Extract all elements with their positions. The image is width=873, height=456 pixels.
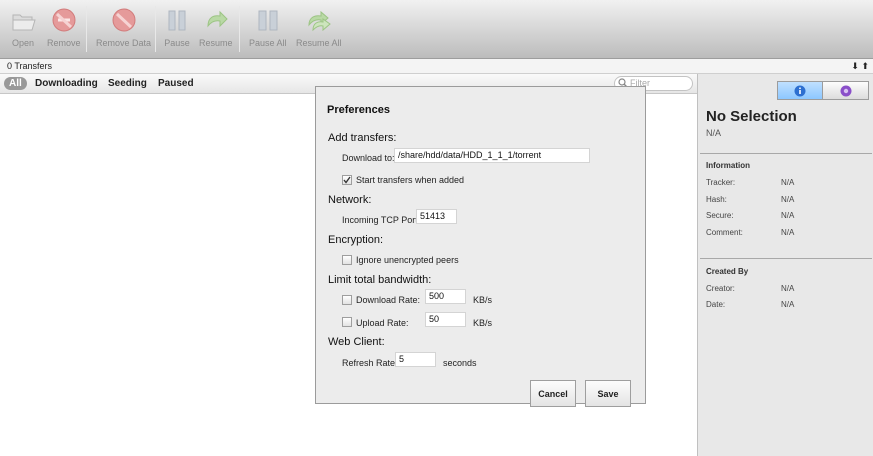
status-bar: 0 Transfers ⬇ ⬆ bbox=[0, 59, 873, 74]
pause-label: Pause bbox=[164, 38, 190, 48]
inspector-title: No Selection bbox=[706, 108, 797, 125]
creator-value: N/A bbox=[781, 284, 795, 293]
upload-rate-label: Upload Rate: bbox=[356, 318, 409, 328]
resume-icon bbox=[207, 10, 228, 28]
filter-all[interactable]: All bbox=[4, 77, 27, 90]
inspector-subtitle: N/A bbox=[706, 128, 722, 138]
remove-data-label: Remove Data bbox=[96, 38, 152, 48]
comment-value: N/A bbox=[781, 228, 795, 237]
tracker-label: Tracker: bbox=[706, 178, 736, 187]
port-label: Incoming TCP Port: bbox=[342, 215, 421, 225]
date-value: N/A bbox=[781, 300, 795, 309]
divider bbox=[700, 258, 872, 259]
refresh-rate-unit: seconds bbox=[443, 358, 477, 368]
hash-label: Hash: bbox=[706, 195, 727, 204]
preferences-dialog: Preferences Add transfers: Download to: … bbox=[315, 86, 646, 407]
pause-all-label: Pause All bbox=[249, 38, 287, 48]
open-label: Open bbox=[11, 38, 35, 48]
folder-open-icon bbox=[12, 14, 36, 31]
transfer-count: 0 Transfers bbox=[7, 61, 53, 71]
remove-data-icon bbox=[112, 8, 136, 32]
resume-label: Resume bbox=[199, 38, 233, 48]
comment-label: Comment: bbox=[706, 228, 743, 237]
network-heading: Network: bbox=[328, 194, 372, 206]
upload-rate-field[interactable]: 50 bbox=[425, 312, 466, 327]
refresh-rate-field[interactable]: 5 bbox=[395, 352, 436, 367]
pause-button[interactable]: Pause bbox=[164, 8, 190, 48]
pause-all-icon bbox=[258, 10, 278, 31]
ignore-unencrypted-checkbox[interactable] bbox=[342, 255, 352, 265]
toolbar: Open Remove Remove Data Pause Resume Pau… bbox=[0, 0, 873, 59]
add-transfers-heading: Add transfers: bbox=[328, 132, 397, 144]
toolbar-separator bbox=[86, 6, 87, 52]
remove-label: Remove bbox=[47, 38, 81, 48]
info-icon bbox=[794, 85, 806, 96]
toolbar-separator bbox=[155, 6, 156, 52]
filter-downloading[interactable]: Downloading bbox=[35, 77, 98, 90]
download-rate-checkbox[interactable] bbox=[342, 295, 352, 305]
upload-rate-unit: KB/s bbox=[473, 318, 493, 328]
save-button[interactable]: Save bbox=[585, 380, 631, 407]
download-to-label: Download to: bbox=[342, 153, 395, 163]
refresh-rate-label: Refresh Rate: bbox=[342, 358, 398, 368]
download-to-field[interactable]: /share/hdd/data/HDD_1_1_1/torrent bbox=[394, 148, 590, 163]
start-when-added-label: Start transfers when added bbox=[356, 175, 465, 185]
resume-all-label: Resume All bbox=[296, 38, 342, 48]
resume-button[interactable]: Resume bbox=[199, 8, 233, 48]
remove-data-button[interactable]: Remove Data bbox=[96, 8, 151, 48]
resume-all-button[interactable]: Resume All bbox=[296, 8, 342, 48]
ignore-unencrypted-label: Ignore unencrypted peers bbox=[356, 255, 459, 265]
cancel-button[interactable]: Cancel bbox=[530, 380, 576, 407]
open-button[interactable]: Open bbox=[10, 8, 36, 48]
filter-paused[interactable]: Paused bbox=[158, 77, 194, 90]
filter-seeding[interactable]: Seeding bbox=[108, 77, 147, 90]
download-rate-label: Download Rate: bbox=[356, 295, 421, 305]
resume-all-icon bbox=[308, 10, 331, 32]
port-field[interactable]: 51413 bbox=[416, 209, 457, 224]
information-heading: Information bbox=[706, 161, 750, 170]
tracker-value: N/A bbox=[781, 178, 795, 187]
creator-label: Creator: bbox=[706, 284, 735, 293]
created-by-heading: Created By bbox=[706, 267, 749, 276]
pause-all-button[interactable]: Pause All bbox=[249, 8, 287, 48]
inspector-tabs bbox=[777, 81, 870, 100]
inspector-panel: No Selection N/A Information Tracker: N/… bbox=[697, 74, 873, 456]
peers-icon bbox=[840, 85, 851, 96]
download-arrow-icon[interactable]: ⬇ ⬆ bbox=[851, 59, 869, 73]
dialog-title: Preferences bbox=[327, 104, 390, 116]
remove-button[interactable]: Remove bbox=[47, 8, 81, 48]
checkmark-icon bbox=[343, 176, 351, 184]
date-label: Date: bbox=[706, 300, 726, 309]
secure-label: Secure: bbox=[706, 211, 734, 220]
tab-peers[interactable] bbox=[823, 81, 869, 100]
start-when-added-checkbox[interactable] bbox=[342, 175, 352, 185]
upload-rate-checkbox[interactable] bbox=[342, 317, 352, 327]
secure-value: N/A bbox=[781, 211, 795, 220]
toolbar-separator bbox=[239, 6, 240, 52]
hash-value: N/A bbox=[781, 195, 795, 204]
pause-icon bbox=[168, 10, 186, 31]
remove-icon bbox=[52, 8, 76, 32]
divider bbox=[700, 153, 872, 154]
limit-bandwidth-heading: Limit total bandwidth: bbox=[328, 274, 432, 286]
download-rate-unit: KB/s bbox=[473, 295, 493, 305]
web-client-heading: Web Client: bbox=[328, 336, 385, 348]
transmission-web-app: Open Remove Remove Data Pause Resume Pau… bbox=[0, 0, 873, 456]
download-rate-field[interactable]: 500 bbox=[425, 289, 466, 304]
tab-info[interactable] bbox=[777, 81, 823, 100]
encryption-heading: Encryption: bbox=[328, 234, 384, 246]
